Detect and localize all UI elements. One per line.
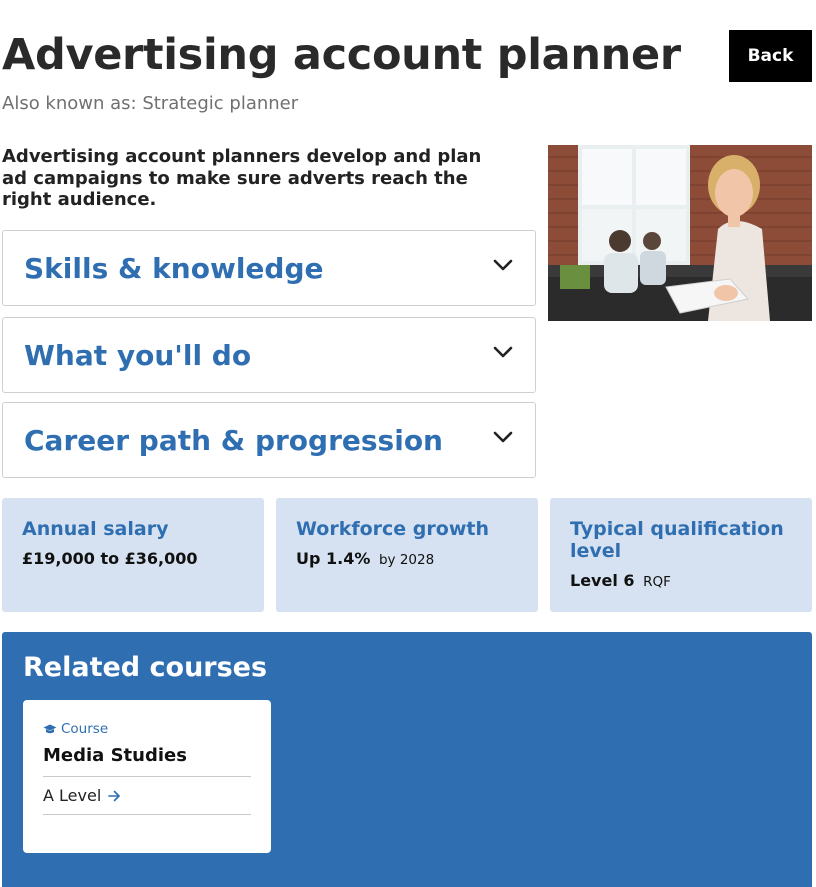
- accordion-what-youll-do[interactable]: What you'll do: [2, 317, 536, 393]
- page-title: Advertising account planner: [2, 30, 681, 80]
- career-intro: Advertising account planners develop and…: [2, 146, 482, 210]
- hero-image: [548, 145, 812, 321]
- graduation-cap-icon: [43, 724, 57, 733]
- stat-value: Up 1.4% by 2028: [296, 549, 518, 568]
- stat-value-main: Up 1.4%: [296, 549, 371, 568]
- accordion-label: Career path & progression: [24, 423, 443, 457]
- stat-value-main: £19,000 to £36,000: [22, 549, 198, 568]
- stat-label: Annual salary: [22, 518, 169, 540]
- hero-photo-illustration: [548, 145, 812, 321]
- stat-label: Workforce growth: [296, 518, 489, 540]
- also-known-as: Also known as: Strategic planner: [2, 93, 299, 114]
- accordion-label: Skills & knowledge: [24, 251, 324, 285]
- accordion-skills-knowledge[interactable]: Skills & knowledge: [2, 230, 536, 306]
- chevron-down-icon: [493, 259, 513, 271]
- related-courses-section: Related courses Course Media Studies A L…: [2, 632, 812, 887]
- stat-value-suffix: by 2028: [378, 552, 435, 568]
- stat-qualification-level: Typical qualification level Level 6 RQF: [550, 498, 812, 612]
- stat-annual-salary: Annual salary £19,000 to £36,000: [2, 498, 264, 612]
- stat-value: £19,000 to £36,000: [22, 549, 244, 568]
- stat-label: Typical qualification level: [570, 518, 784, 562]
- accordion-career-path[interactable]: Career path & progression: [2, 402, 536, 478]
- course-tag-label: Course: [61, 721, 109, 737]
- chevron-down-icon: [493, 346, 513, 358]
- course-name: Media Studies: [43, 745, 251, 777]
- arrow-right-icon: [108, 790, 121, 801]
- course-card[interactable]: Course Media Studies A Level: [23, 700, 271, 853]
- back-button[interactable]: Back: [729, 30, 812, 82]
- related-courses-title: Related courses: [23, 652, 268, 683]
- stat-workforce-growth: Workforce growth Up 1.4% by 2028: [276, 498, 538, 612]
- stat-value-main: Level 6: [570, 571, 635, 590]
- stat-value: Level 6 RQF: [570, 571, 792, 590]
- course-level-link[interactable]: A Level: [43, 777, 251, 815]
- stat-value-suffix: RQF: [643, 574, 671, 590]
- career-profile-page: Advertising account planner Also known a…: [0, 0, 816, 887]
- course-tag: Course: [43, 721, 251, 737]
- chevron-down-icon: [493, 431, 513, 443]
- accordion-label: What you'll do: [24, 338, 252, 372]
- course-level-label: A Level: [43, 786, 102, 805]
